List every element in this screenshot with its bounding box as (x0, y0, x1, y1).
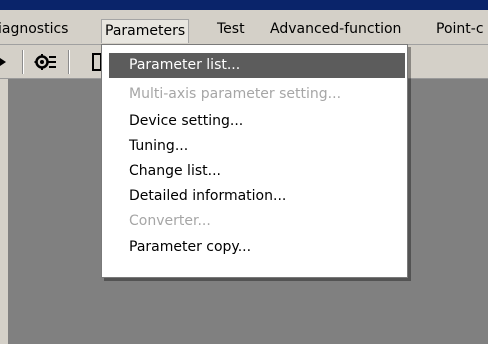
menu-item-detailed-information[interactable]: Detailed information... (102, 184, 407, 209)
menu-test[interactable]: Test (217, 19, 245, 39)
toolbar-separator (22, 50, 24, 74)
menu-item-multi-axis-parameter-setting[interactable]: Multi-axis parameter setting... (102, 82, 407, 107)
menu-item-tuning[interactable]: Tuning... (102, 134, 407, 159)
menu-item-converter[interactable]: Converter... (102, 209, 407, 234)
left-panel-edge (0, 79, 8, 344)
menu-item-parameter-list[interactable]: Parameter list... (109, 53, 405, 78)
menu-diagnostics[interactable]: iagnostics (0, 19, 68, 39)
menu-parameters[interactable]: Parameters (101, 19, 190, 43)
menu-bar: iagnostics Parameters Test Advanced-func… (0, 10, 488, 45)
title-bar (0, 0, 488, 10)
menu-item-parameter-copy[interactable]: Parameter copy... (102, 235, 407, 260)
arrow-icon[interactable] (0, 53, 10, 71)
menu-item-device-setting[interactable]: Device setting... (102, 109, 407, 134)
menu-item-change-list[interactable]: Change list... (102, 159, 407, 184)
menu-advanced-function[interactable]: Advanced-function (270, 19, 401, 39)
gear-settings-icon[interactable] (34, 53, 58, 71)
menu-point[interactable]: Point-c (436, 19, 484, 39)
toolbar-separator (68, 50, 70, 74)
parameters-dropdown-menu: Parameter list... Multi-axis parameter s… (101, 44, 408, 278)
